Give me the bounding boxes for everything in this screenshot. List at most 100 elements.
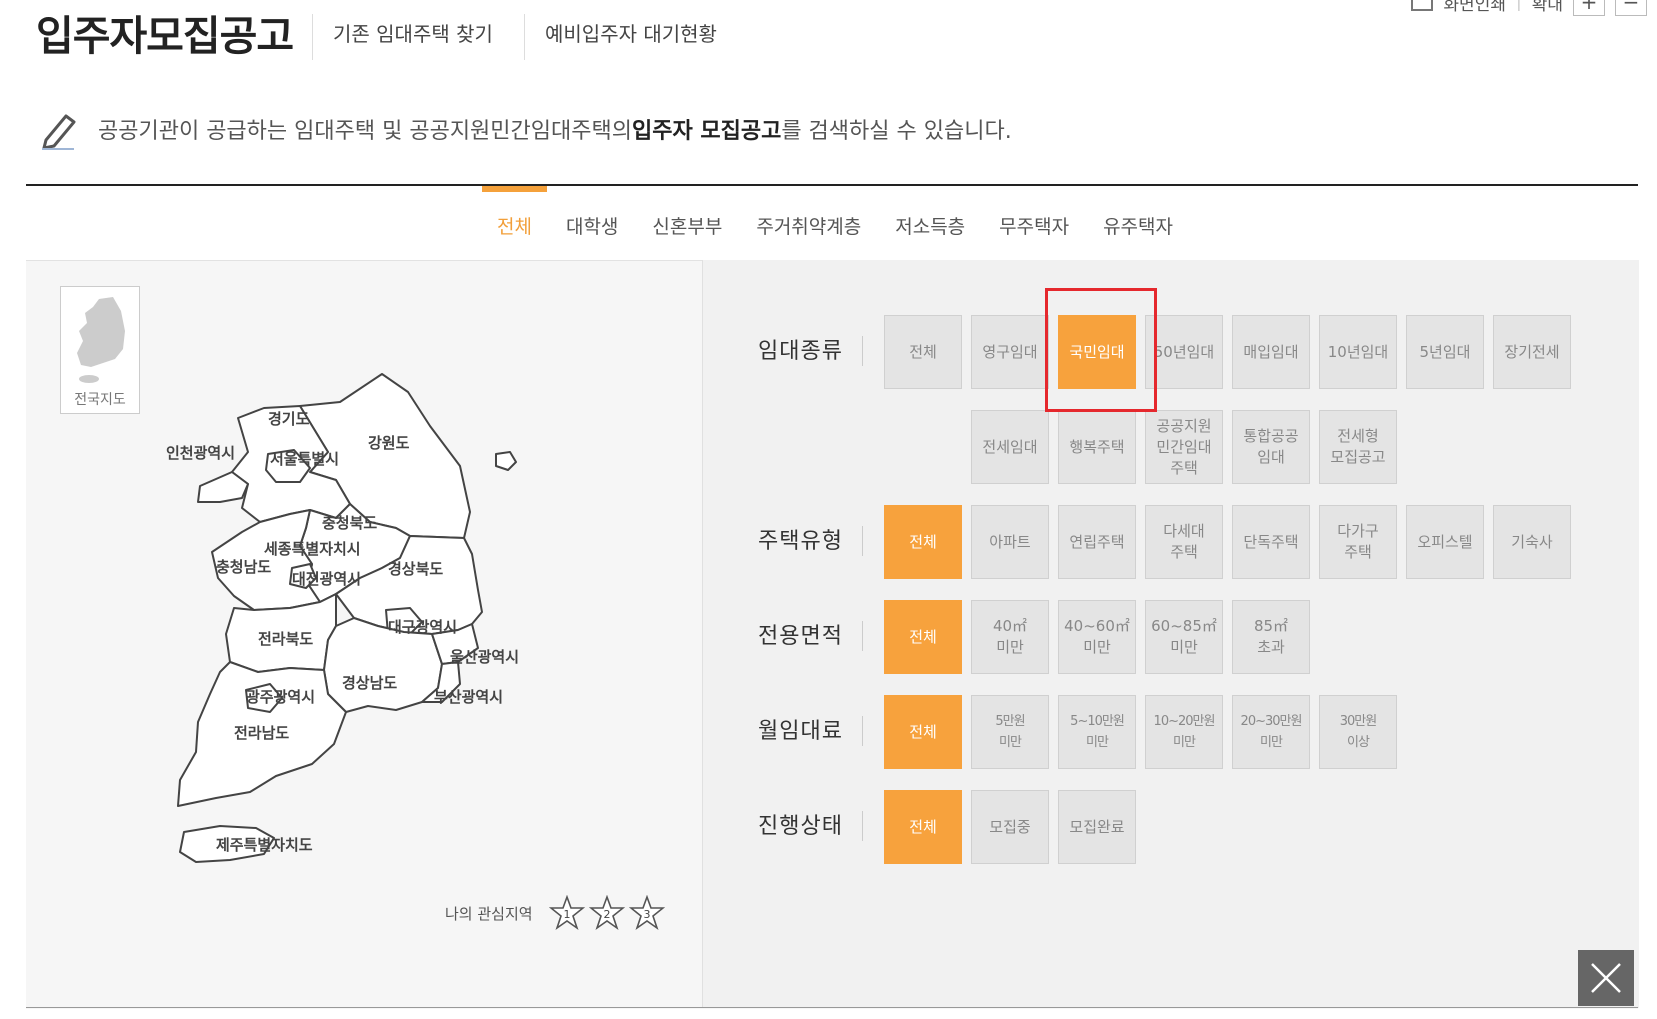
intro-text: 공공기관이 공급하는 임대주택 및 공공지원민간임대주택의 입주자 모집공고 를 …	[40, 108, 1012, 150]
label-divider	[862, 811, 863, 841]
area-option-all[interactable]: 전체	[884, 600, 962, 674]
rent-type-option-jeonse-notice[interactable]: 전세형 모집공고	[1319, 410, 1397, 484]
page-title: 입주자모집공고	[36, 12, 294, 60]
intro-pre: 공공기관이 공급하는 임대주택 및 공공지원민간임대주택의	[98, 119, 632, 144]
rent-type-option-integrated[interactable]: 통합공공 임대	[1232, 410, 1310, 484]
region-ulleung	[495, 451, 517, 471]
house-type-option-row-house[interactable]: 연립주택	[1058, 505, 1136, 579]
house-type-option-all[interactable]: 전체	[884, 505, 962, 579]
status-option-closed[interactable]: 모집완료	[1058, 790, 1136, 864]
tab-vulnerable[interactable]: 주거취약계층	[739, 200, 878, 251]
section-rule	[26, 184, 1638, 186]
minimap-label: 전국지도	[74, 392, 126, 408]
star-number: 1	[563, 908, 570, 921]
region-label[interactable]: 울산광역시	[450, 648, 519, 666]
tab-low-income[interactable]: 저소득층	[878, 200, 982, 251]
zoom-in-button[interactable]: +	[1573, 0, 1605, 16]
region-label[interactable]: 부산광역시	[434, 688, 503, 706]
label-divider	[862, 526, 863, 556]
intro-post: 를 검색하실 수 있습니다.	[781, 119, 1012, 144]
pencil-icon	[42, 114, 76, 150]
rent-type-option-jeonse-rental[interactable]: 전세임대	[971, 410, 1049, 484]
status-label: 진행상태	[758, 814, 843, 839]
tab-students[interactable]: 대학생	[549, 200, 635, 251]
tab-all[interactable]: 전체	[480, 186, 549, 251]
rent-option-all[interactable]: 전체	[884, 695, 962, 769]
rent-type-option-10yr[interactable]: 10년임대	[1319, 315, 1397, 389]
area-option-60-85[interactable]: 60~85㎡ 미만	[1145, 600, 1223, 674]
waitlist-link[interactable]: 예비입주자 대기현황	[545, 18, 717, 47]
star-number: 2	[603, 908, 610, 921]
close-icon	[1591, 963, 1621, 993]
house-type-option-apartment[interactable]: 아파트	[971, 505, 1049, 579]
rent-option-10-20[interactable]: 10~20만원 미만	[1145, 695, 1223, 769]
util-divider: |	[1515, 0, 1522, 12]
rent-option-5-10[interactable]: 5~10만원 미만	[1058, 695, 1136, 769]
status-option-all[interactable]: 전체	[884, 790, 962, 864]
favorite-star-icon[interactable]: 2	[588, 895, 625, 931]
rent-option-20-30[interactable]: 20~30만원 미만	[1232, 695, 1310, 769]
rent-type-option-public-private[interactable]: 공공지원 민간임대 주택	[1145, 410, 1223, 484]
region-label[interactable]: 충청남도	[216, 558, 271, 576]
header-divider	[312, 14, 313, 60]
monthly-rent-label: 월임대료	[758, 719, 843, 744]
rent-type-option-permanent[interactable]: 영구임대	[971, 315, 1049, 389]
rent-type-option-happy-house[interactable]: 행복주택	[1058, 410, 1136, 484]
rent-option-over-30[interactable]: 30만원 이상	[1319, 695, 1397, 769]
status-option-recruiting[interactable]: 모집중	[971, 790, 1049, 864]
region-label[interactable]: 서울특별시	[270, 450, 339, 468]
favorites-label: 나의 관심지역	[445, 904, 533, 923]
annotation-highlight-box	[1045, 288, 1157, 412]
region-label[interactable]: 세종특별자치시	[264, 540, 361, 558]
house-type-option-multi-family[interactable]: 다세대 주택	[1145, 505, 1223, 579]
tab-newlyweds[interactable]: 신혼부부	[635, 200, 739, 251]
region-label[interactable]: 경상북도	[388, 560, 443, 578]
rent-type-option-long-jeonse[interactable]: 장기전세	[1493, 315, 1571, 389]
region-label[interactable]: 인천광역시	[166, 444, 235, 462]
house-type-option-detached[interactable]: 단독주택	[1232, 505, 1310, 579]
region-label[interactable]: 대전광역시	[292, 570, 361, 588]
header-divider	[524, 14, 525, 60]
region-label[interactable]: 충청북도	[322, 514, 377, 532]
house-type-label: 주택유형	[758, 529, 843, 554]
tab-homeless[interactable]: 무주택자	[982, 200, 1086, 251]
label-divider	[862, 336, 863, 366]
close-button[interactable]	[1578, 950, 1634, 1006]
favorite-star-icon[interactable]: 1	[548, 895, 585, 931]
rent-type-option-all[interactable]: 전체	[884, 315, 962, 389]
korea-map: 경기도 인천광역시 서울특별시 강원도 충청북도 세종특별자치시 충청남도 대전…	[166, 373, 519, 863]
tab-homeowners[interactable]: 유주택자	[1086, 200, 1190, 251]
favorite-regions: 나의 관심지역 1 2 3	[445, 895, 665, 931]
nationwide-map-button[interactable]: 전국지도	[60, 286, 140, 414]
zoom-out-button[interactable]: −	[1615, 0, 1647, 16]
bottom-rule	[26, 1007, 1638, 1008]
utility-bar: 화면인쇄 | 확대 + −	[1411, 0, 1647, 16]
region-label[interactable]: 강원도	[368, 434, 410, 452]
area-option-under-40[interactable]: 40㎡ 미만	[971, 600, 1049, 674]
rent-option-under-5[interactable]: 5만원 미만	[971, 695, 1049, 769]
label-divider	[862, 621, 863, 651]
print-icon[interactable]	[1411, 0, 1434, 11]
house-type-option-multi-household[interactable]: 다가구 주택	[1319, 505, 1397, 579]
region-label[interactable]: 대구광역시	[388, 618, 457, 636]
region-label[interactable]: 제주특별자치도	[216, 836, 313, 854]
area-option-40-60[interactable]: 40~60㎡ 미만	[1058, 600, 1136, 674]
rent-type-option-5yr[interactable]: 5년임대	[1406, 315, 1484, 389]
rent-type-label: 임대종류	[758, 339, 843, 364]
region-label[interactable]: 경상남도	[342, 674, 397, 692]
region-label[interactable]: 전라남도	[234, 724, 289, 742]
region-label[interactable]: 경기도	[268, 410, 310, 428]
korea-mini-icon	[77, 297, 125, 383]
area-label: 전용면적	[758, 624, 843, 649]
intro-bold: 입주자 모집공고	[631, 119, 782, 144]
house-type-option-dormitory[interactable]: 기숙사	[1493, 505, 1571, 579]
print-label[interactable]: 화면인쇄	[1443, 0, 1506, 15]
region-label[interactable]: 전라북도	[258, 630, 313, 648]
label-divider	[862, 716, 863, 746]
area-option-over-85[interactable]: 85㎡ 초과	[1232, 600, 1310, 674]
house-type-option-officetel[interactable]: 오피스텔	[1406, 505, 1484, 579]
existing-rental-link[interactable]: 기존 임대주택 찾기	[333, 18, 493, 47]
region-label[interactable]: 광주광역시	[246, 688, 315, 706]
rent-type-option-purchase[interactable]: 매입임대	[1232, 315, 1310, 389]
favorite-star-icon[interactable]: 3	[628, 895, 665, 931]
